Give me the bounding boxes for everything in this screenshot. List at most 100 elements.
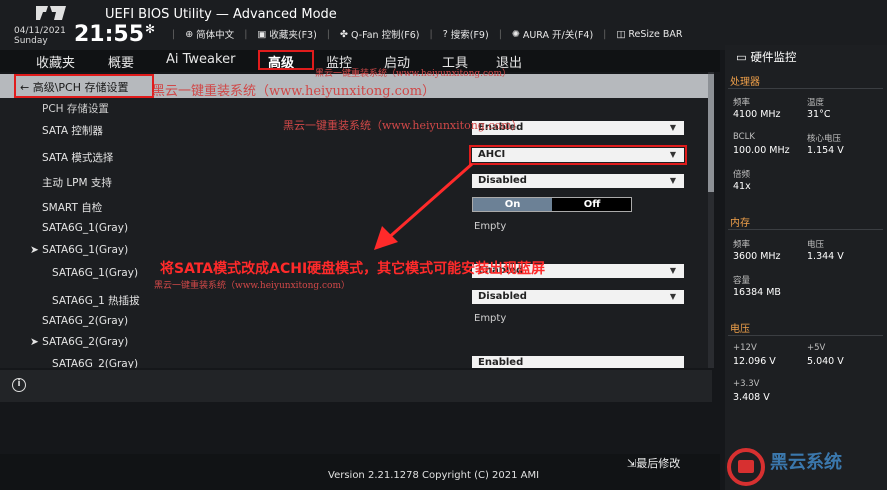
export-icon: ⇲: [627, 457, 637, 470]
tab-favorites[interactable]: 收藏夹: [36, 52, 75, 71]
vcore-value: 1.154 V: [807, 145, 844, 156]
bclk-value: 100.00 MHz: [733, 145, 790, 156]
port1-hotplug-label: SATA6G_1 热插拔: [52, 295, 140, 307]
port1-group[interactable]: ➤ SATA6G_1(Gray): [30, 244, 128, 256]
qfan-button[interactable]: ✤ Q-Fan 控制(F6): [340, 27, 420, 42]
watermark-text: 黑云一键重装系统（www.heiyunxitong.com）: [152, 84, 436, 99]
aura-button[interactable]: ✺ AURA 开/关(F4): [511, 27, 593, 42]
toggle-on-option[interactable]: On: [473, 198, 552, 211]
fan-icon: ✤: [340, 28, 348, 40]
tuf-logo-icon: [36, 6, 66, 20]
brand-logo-icon: [727, 448, 765, 486]
highlight-box: [258, 50, 314, 70]
sata-controller-label: SATA 控制器: [42, 125, 103, 137]
v12-value: 12.096 V: [733, 356, 776, 367]
date-display: 04/11/2021 Sunday: [14, 26, 66, 46]
annotation-arrow-icon: [374, 162, 473, 250]
last-modified-button[interactable]: ⇲最后修改: [627, 455, 680, 471]
favorites-icon: ▣: [257, 28, 267, 40]
port2-label: SATA6G_2(Gray): [42, 315, 129, 327]
cpu-section-title: 处理器: [730, 77, 760, 88]
window-title: UEFI BIOS Utility — Advanced Mode: [105, 7, 337, 22]
cpu-temp-value: 31°C: [807, 109, 831, 120]
help-icon: ?: [442, 28, 448, 40]
toolbar-divider: |: [429, 28, 433, 40]
memory-section-title: 内存: [730, 218, 750, 229]
mem-cap-value: 16384 MB: [733, 287, 781, 298]
toolbar-divider: |: [244, 28, 248, 40]
port1-label: SATA6G_1(Gray): [42, 222, 129, 234]
clock-display[interactable]: 21:55: [74, 22, 144, 47]
vcore-label: 核心电压: [807, 134, 842, 144]
watermark-text: 黑云一键重装系统（www.heiyunxitong.com）: [315, 69, 511, 79]
highlight-box: [469, 145, 687, 165]
cpu-freq-value: 4100 MHz: [733, 109, 781, 120]
tab-ai-tweaker[interactable]: Ai Tweaker: [166, 52, 235, 67]
ratio-value: 41x: [733, 181, 751, 192]
toolbar-divider: |: [498, 28, 502, 40]
sata-mode-label: SATA 模式选择: [42, 152, 114, 164]
ratio-label: 倍频: [733, 170, 751, 180]
lpm-select[interactable]: Disabled ▼: [472, 174, 684, 188]
lpm-label: 主动 LPM 支持: [42, 177, 112, 189]
toolbar-divider: |: [172, 28, 176, 40]
port1-sub-label: SATA6G_1(Gray): [52, 267, 139, 279]
weekday-text: Sunday: [14, 36, 48, 46]
version-text: Version 2.21.1278 Copyright (C) 2021 AMI: [328, 470, 540, 481]
chevron-down-icon: ▼: [669, 292, 676, 301]
gear-icon[interactable]: ✻: [145, 22, 155, 36]
favorites-button[interactable]: ▣ 收藏夹(F3): [257, 27, 316, 42]
watermark-text: 黑云一键重装系统（www.heiyunxitong.com）: [154, 281, 350, 291]
port2-group[interactable]: ➤ SATA6G_2(Gray): [30, 336, 128, 348]
v33-label: +3.3V: [733, 379, 760, 389]
watermark-text: 黑云一键重装系统（www.heiyunxitong.com）: [283, 119, 523, 132]
scrollbar-thumb[interactable]: [708, 74, 714, 192]
port2-value: Empty: [474, 313, 507, 324]
monitor-title: ▭ 硬件监控: [736, 50, 797, 64]
tab-overview[interactable]: 概要: [108, 52, 134, 71]
section-title: PCH 存储设置: [42, 103, 109, 115]
toolbar-divider: |: [603, 28, 607, 40]
chevron-down-icon: ▼: [669, 176, 676, 185]
port2-sub-select[interactable]: Enabled: [472, 356, 684, 368]
mem-freq-value: 3600 MHz: [733, 251, 781, 262]
chevron-down-icon: ▼: [669, 123, 676, 132]
toggle-off-option[interactable]: Off: [553, 198, 631, 211]
aura-icon: ✺: [511, 28, 520, 40]
toolbar-divider: |: [326, 28, 330, 40]
toolbar: | ⊕ 简体中文 | ▣ 收藏夹(F3) | ✤ Q-Fan 控制(F6) | ? 搜索…: [172, 27, 683, 42]
help-description-area: [0, 402, 712, 454]
help-bar: [0, 370, 712, 402]
mem-freq-label: 频率: [733, 240, 751, 250]
section-divider: [728, 229, 883, 230]
cpu-freq-label: 频率: [733, 98, 751, 108]
expand-arrow-icon: ➤: [30, 244, 43, 256]
date-text: 04/11/2021: [14, 26, 66, 36]
highlight-box: [14, 74, 154, 98]
instruction-caption: 将SATA模式改成ACHI硬盘模式，其它模式可能安装出现蓝屏: [160, 261, 546, 277]
info-icon: i: [12, 378, 26, 392]
mem-volt-label: 电压: [807, 240, 825, 250]
section-divider: [728, 335, 883, 336]
port2-sub-label: SATA6G_2(Gray): [52, 358, 139, 368]
bclk-label: BCLK: [733, 132, 755, 142]
v33-value: 3.408 V: [733, 392, 770, 403]
resize-bar-icon: ◫: [616, 28, 626, 40]
v5-value: 5.040 V: [807, 356, 844, 367]
voltage-section-title: 电压: [730, 324, 750, 335]
smart-label: SMART 自检: [42, 202, 103, 214]
language-button[interactable]: ⊕ 简体中文: [185, 27, 234, 42]
globe-icon: ⊕: [185, 28, 194, 40]
port1-hotplug-select[interactable]: Disabled ▼: [472, 290, 684, 304]
chevron-down-icon: ▼: [669, 266, 676, 275]
mem-cap-label: 容量: [733, 276, 751, 286]
expand-arrow-icon: ➤: [30, 336, 43, 348]
cpu-temp-label: 温度: [807, 98, 825, 108]
mem-volt-value: 1.344 V: [807, 251, 844, 262]
resize-bar-button[interactable]: ◫ ReSize BAR: [616, 29, 682, 40]
v12-label: +12V: [733, 343, 757, 353]
section-divider: [728, 88, 883, 89]
search-button[interactable]: ? 搜索(F9): [442, 27, 489, 42]
brand-name: 黑云系统: [770, 452, 842, 473]
monitor-icon: ▭: [736, 50, 751, 64]
